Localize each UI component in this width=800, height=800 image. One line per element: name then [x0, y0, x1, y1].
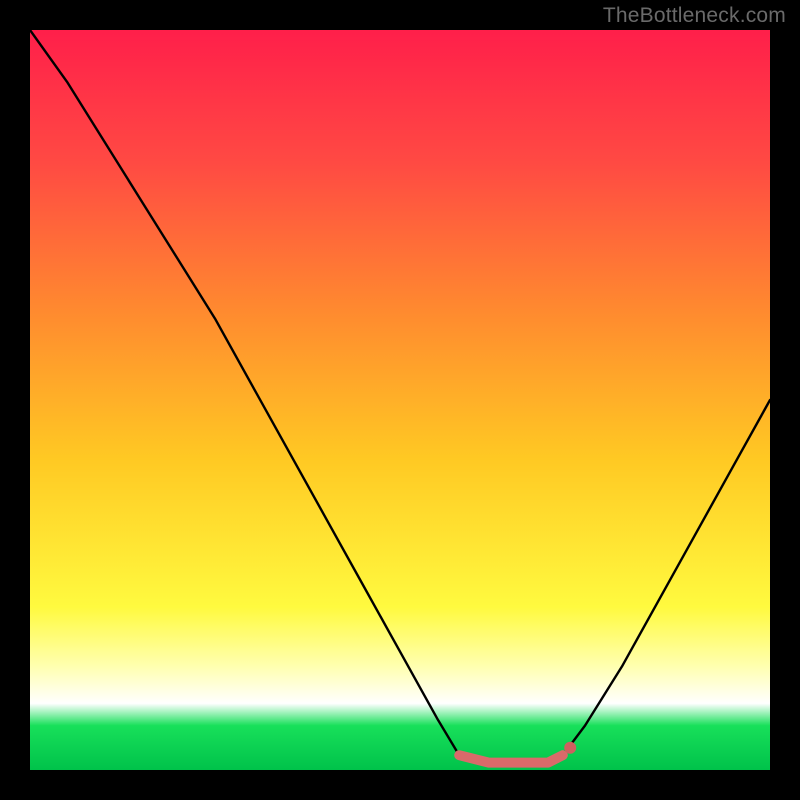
chart-plot-area	[30, 30, 770, 770]
optimal-marker-dot	[564, 742, 576, 754]
chart-frame: TheBottleneck.com	[0, 0, 800, 800]
optimal-marker	[459, 755, 563, 762]
bottleneck-curve	[30, 30, 770, 770]
watermark-text: TheBottleneck.com	[603, 4, 786, 28]
curve-line	[30, 30, 770, 763]
